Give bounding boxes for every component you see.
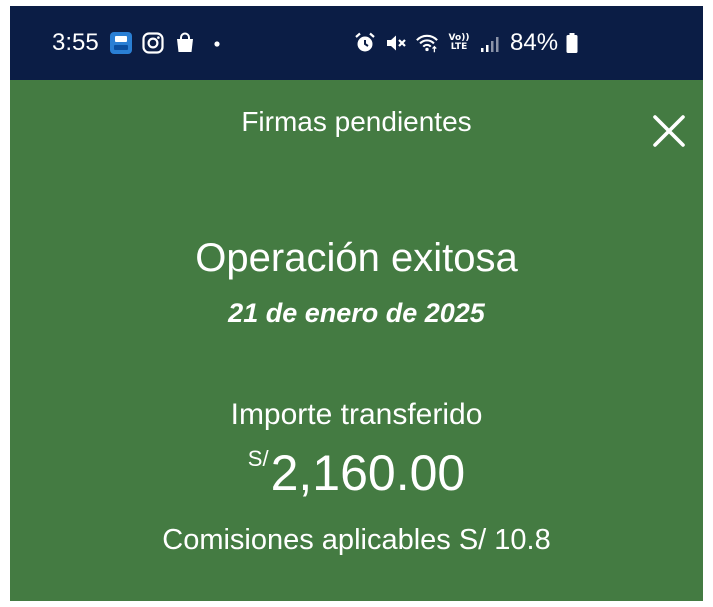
dot-icon: [205, 31, 229, 55]
close-icon: [653, 115, 685, 147]
mute-icon: [384, 31, 408, 55]
success-headline: Operación exitosa: [195, 236, 518, 280]
status-time: 3:55: [52, 29, 99, 56]
shopping-bag-icon: [173, 31, 197, 55]
bbva-app-icon: [109, 31, 133, 55]
status-bar-right: Vo)) LTE 84%: [353, 6, 579, 80]
alarm-icon: [353, 31, 377, 55]
page-title: Firmas pendientes: [241, 106, 472, 137]
instagram-icon: [141, 31, 165, 55]
battery-percent: 84%: [510, 29, 559, 56]
battery-icon: [565, 31, 579, 55]
screen: 3:55 Vo)) LTE 84% Firmas pendientes Oper…: [10, 6, 703, 601]
currency-symbol: S/: [247, 446, 269, 471]
signal-icon: [479, 31, 503, 55]
network-label: LTE: [450, 42, 468, 52]
status-bar-left: 3:55: [52, 6, 229, 80]
fees-text: Comisiones aplicables S/ 10.8: [162, 524, 551, 556]
operation-date: 21 de enero de 2025: [228, 298, 485, 328]
wifi-icon: [415, 31, 439, 55]
amount-value: 2,160.00: [270, 445, 466, 501]
amount-line: S/2,160.00: [10, 444, 703, 502]
amount-label: Importe transferido: [230, 398, 483, 431]
close-button[interactable]: [650, 112, 688, 150]
status-bar: 3:55 Vo)) LTE 84%: [10, 6, 703, 80]
volte-lte-icon: Vo)) LTE: [446, 31, 472, 55]
success-panel: Firmas pendientes Operación exitosa 21 d…: [10, 80, 703, 601]
